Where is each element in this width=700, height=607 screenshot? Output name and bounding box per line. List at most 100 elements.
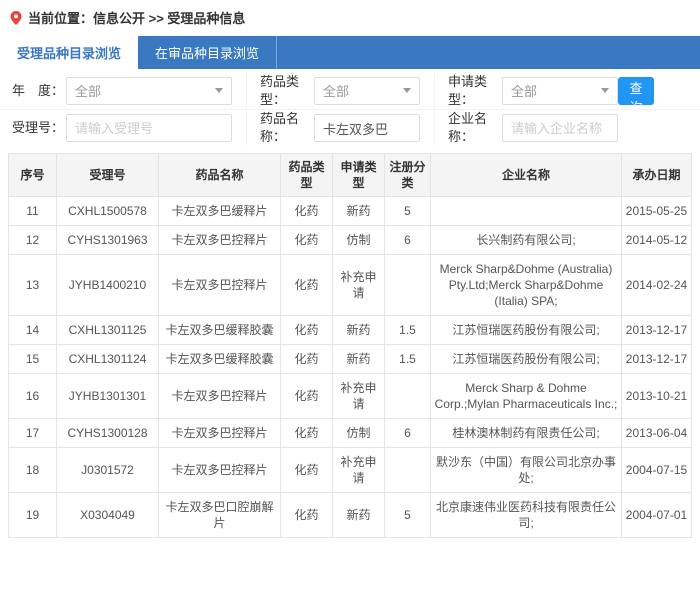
filter-apply-type: 申请类型： 全部 <box>448 72 618 109</box>
table-cell-drug-name: 卡左双多巴控释片 <box>158 373 281 419</box>
table-cell-accept-no: X0304049 <box>56 492 159 538</box>
column-header-reg-class: 注册分类 <box>384 153 431 197</box>
drug-type-select-value: 全部 <box>323 84 350 99</box>
breadcrumb-text: 当前位置：信息公开 >> 受理品种信息 <box>28 11 246 26</box>
table-cell-date: 2013-06-04 <box>621 418 692 448</box>
table-cell-drug-name: 卡左双多巴控释片 <box>158 225 281 255</box>
table-cell-accept-no: CYHS1300128 <box>56 418 159 448</box>
search-button[interactable]: 查询 <box>618 76 654 115</box>
tab-accepted-catalog[interactable]: 受理品种目录浏览 <box>0 36 139 69</box>
table-cell-company: 长兴制药有限公司; <box>430 225 622 255</box>
year-select[interactable]: 全部 <box>66 76 232 105</box>
table-cell-drug-name: 卡左双多巴口腔崩解片 <box>158 492 281 538</box>
table-cell-drug-name: 卡左双多巴缓释胶囊 <box>158 344 281 374</box>
table-header-row: 序号 受理号 药品名称 药品类型 申请类型 注册分类 企业名称 承办日期 <box>8 153 692 197</box>
table-cell-accept-no: J0301572 <box>56 447 159 493</box>
table-cell-drug-type: 化药 <box>280 447 333 493</box>
table-cell-reg-class: 1.5 <box>384 315 431 345</box>
table-cell-company: 默沙东（中国）有限公司北京办事处; <box>430 447 622 493</box>
table-cell-reg-class <box>384 254 431 316</box>
table-cell-apply-type: 新药 <box>332 492 385 538</box>
table-cell-reg-class: 6 <box>384 225 431 255</box>
table-row: 19 X0304049 卡左双多巴口腔崩解片 化药 新药 5 北京康速伟业医药科技有限责任公… <box>8 492 692 538</box>
filter-year: 年 度： 全部 <box>12 72 247 109</box>
apply-type-select-value: 全部 <box>511 84 538 99</box>
table-row: 13 JYHB1400210 卡左双多巴控释片 化药 补充申请 Merck Sharp&D… <box>8 254 692 316</box>
table-cell-accept-no: CYHS1301963 <box>56 225 159 255</box>
table-cell-date: 2013-10-21 <box>621 373 692 419</box>
table-cell-company: Merck Sharp & Dohme Corp.;Mylan Pharmace… <box>430 373 622 419</box>
table-cell-date: 2004-07-01 <box>621 492 692 538</box>
table-cell-apply-type: 新药 <box>332 315 385 345</box>
column-header-date: 承办日期 <box>621 153 692 197</box>
apply-type-label: 申请类型： <box>448 73 488 107</box>
filter-drug-name: 药品名称： <box>260 110 435 146</box>
caret-down-icon <box>403 88 411 93</box>
accept-no-label: 受理号： <box>12 120 65 136</box>
table-cell-company: Merck Sharp&Dohme (Australia) Pty.Ltd;Me… <box>430 254 622 316</box>
table-cell-reg-class <box>384 447 431 493</box>
table-cell-company: 江苏恒瑞医药股份有限公司; <box>430 315 622 345</box>
table-cell-date: 2015-05-25 <box>621 196 692 226</box>
company-input[interactable] <box>502 114 618 142</box>
table-cell-company: 桂林澳林制药有限责任公司; <box>430 418 622 448</box>
table-cell-reg-class: 1.5 <box>384 344 431 374</box>
table-cell-seq: 18 <box>8 447 57 493</box>
table-cell-accept-no: JYHB1301301 <box>56 373 159 419</box>
drug-name-input[interactable] <box>314 114 420 142</box>
table-cell-apply-type: 仿制 <box>332 418 385 448</box>
accept-no-input[interactable] <box>66 114 232 142</box>
table-cell-apply-type: 仿制 <box>332 225 385 255</box>
table-cell-drug-name: 卡左双多巴控释片 <box>158 447 281 493</box>
table-row: 11 CXHL1500578 卡左双多巴缓释片 化药 新药 5 2015-05-25 <box>8 196 692 226</box>
table-cell-drug-type: 化药 <box>280 225 333 255</box>
table-cell-company: 北京康速伟业医药科技有限责任公司; <box>430 492 622 538</box>
table-row: 12 CYHS1301963 卡左双多巴控释片 化药 仿制 6 长兴制药有限公司; 2014-… <box>8 225 692 255</box>
table-cell-reg-class <box>384 373 431 419</box>
filter-company: 企业名称： <box>448 110 618 146</box>
caret-down-icon <box>601 88 609 93</box>
location-pin-icon <box>10 10 22 25</box>
table-row: 17 CYHS1300128 卡左双多巴控释片 化药 仿制 6 桂林澳林制药有限责任公司; 2… <box>8 418 692 448</box>
table-cell-drug-type: 化药 <box>280 254 333 316</box>
table-row: 14 CXHL1301125 卡左双多巴缓释胶囊 化药 新药 1.5 江苏恒瑞医药股份有限公… <box>8 315 692 345</box>
table-cell-seq: 13 <box>8 254 57 316</box>
table-cell-reg-class: 5 <box>384 492 431 538</box>
drug-name-label: 药品名称： <box>260 111 300 144</box>
table-cell-date: 2014-02-24 <box>621 254 692 316</box>
filter-drug-type: 药品类型： 全部 <box>260 72 435 109</box>
table-cell-apply-type: 新药 <box>332 344 385 374</box>
table-cell-apply-type: 补充申请 <box>332 373 385 419</box>
table-cell-seq: 12 <box>8 225 57 255</box>
table-cell-date: 2004-07-15 <box>621 447 692 493</box>
table-cell-drug-type: 化药 <box>280 373 333 419</box>
tab-under-review-catalog[interactable]: 在审品种目录浏览 <box>138 36 278 69</box>
table-row: 15 CXHL1301124 卡左双多巴缓释胶囊 化药 新药 1.5 江苏恒瑞医药股份有限公… <box>8 344 692 374</box>
table-cell-drug-type: 化药 <box>280 344 333 374</box>
drug-type-select[interactable]: 全部 <box>314 76 420 105</box>
table-cell-accept-no: JYHB1400210 <box>56 254 159 316</box>
table-cell-accept-no: CXHL1301124 <box>56 344 159 374</box>
table-cell-seq: 17 <box>8 418 57 448</box>
apply-type-select[interactable]: 全部 <box>502 76 618 105</box>
table-cell-date: 2013-12-17 <box>621 344 692 374</box>
column-header-seq: 序号 <box>8 153 57 197</box>
table-cell-apply-type: 补充申请 <box>332 254 385 316</box>
drug-type-label: 药品类型： <box>260 73 300 107</box>
table-cell-seq: 11 <box>8 196 57 226</box>
table-cell-reg-class: 5 <box>384 196 431 226</box>
table-cell-seq: 16 <box>8 373 57 419</box>
caret-down-icon <box>215 88 223 93</box>
tab-bar: 受理品种目录浏览 在审品种目录浏览 <box>0 36 700 69</box>
table-cell-drug-type: 化药 <box>280 492 333 538</box>
column-header-company: 企业名称 <box>430 153 622 197</box>
table-row: 18 J0301572 卡左双多巴控释片 化药 补充申请 默沙东（中国）有限公司北京办事处… <box>8 447 692 493</box>
table-row: 16 JYHB1301301 卡左双多巴控释片 化药 补充申请 Merck Sharp &… <box>8 373 692 419</box>
company-label: 企业名称： <box>448 111 488 144</box>
filter-panel: 年 度： 全部 药品类型： 全部 申请类型： 全部 查询 受理号： 请输入受理号… <box>0 69 700 150</box>
table-cell-date: 2013-12-17 <box>621 315 692 345</box>
breadcrumb: 当前位置：信息公开 >> 受理品种信息 <box>0 0 700 34</box>
table-cell-seq: 15 <box>8 344 57 374</box>
table-cell-accept-no: CXHL1301125 <box>56 315 159 345</box>
column-header-drug-name: 药品名称 <box>158 153 281 197</box>
